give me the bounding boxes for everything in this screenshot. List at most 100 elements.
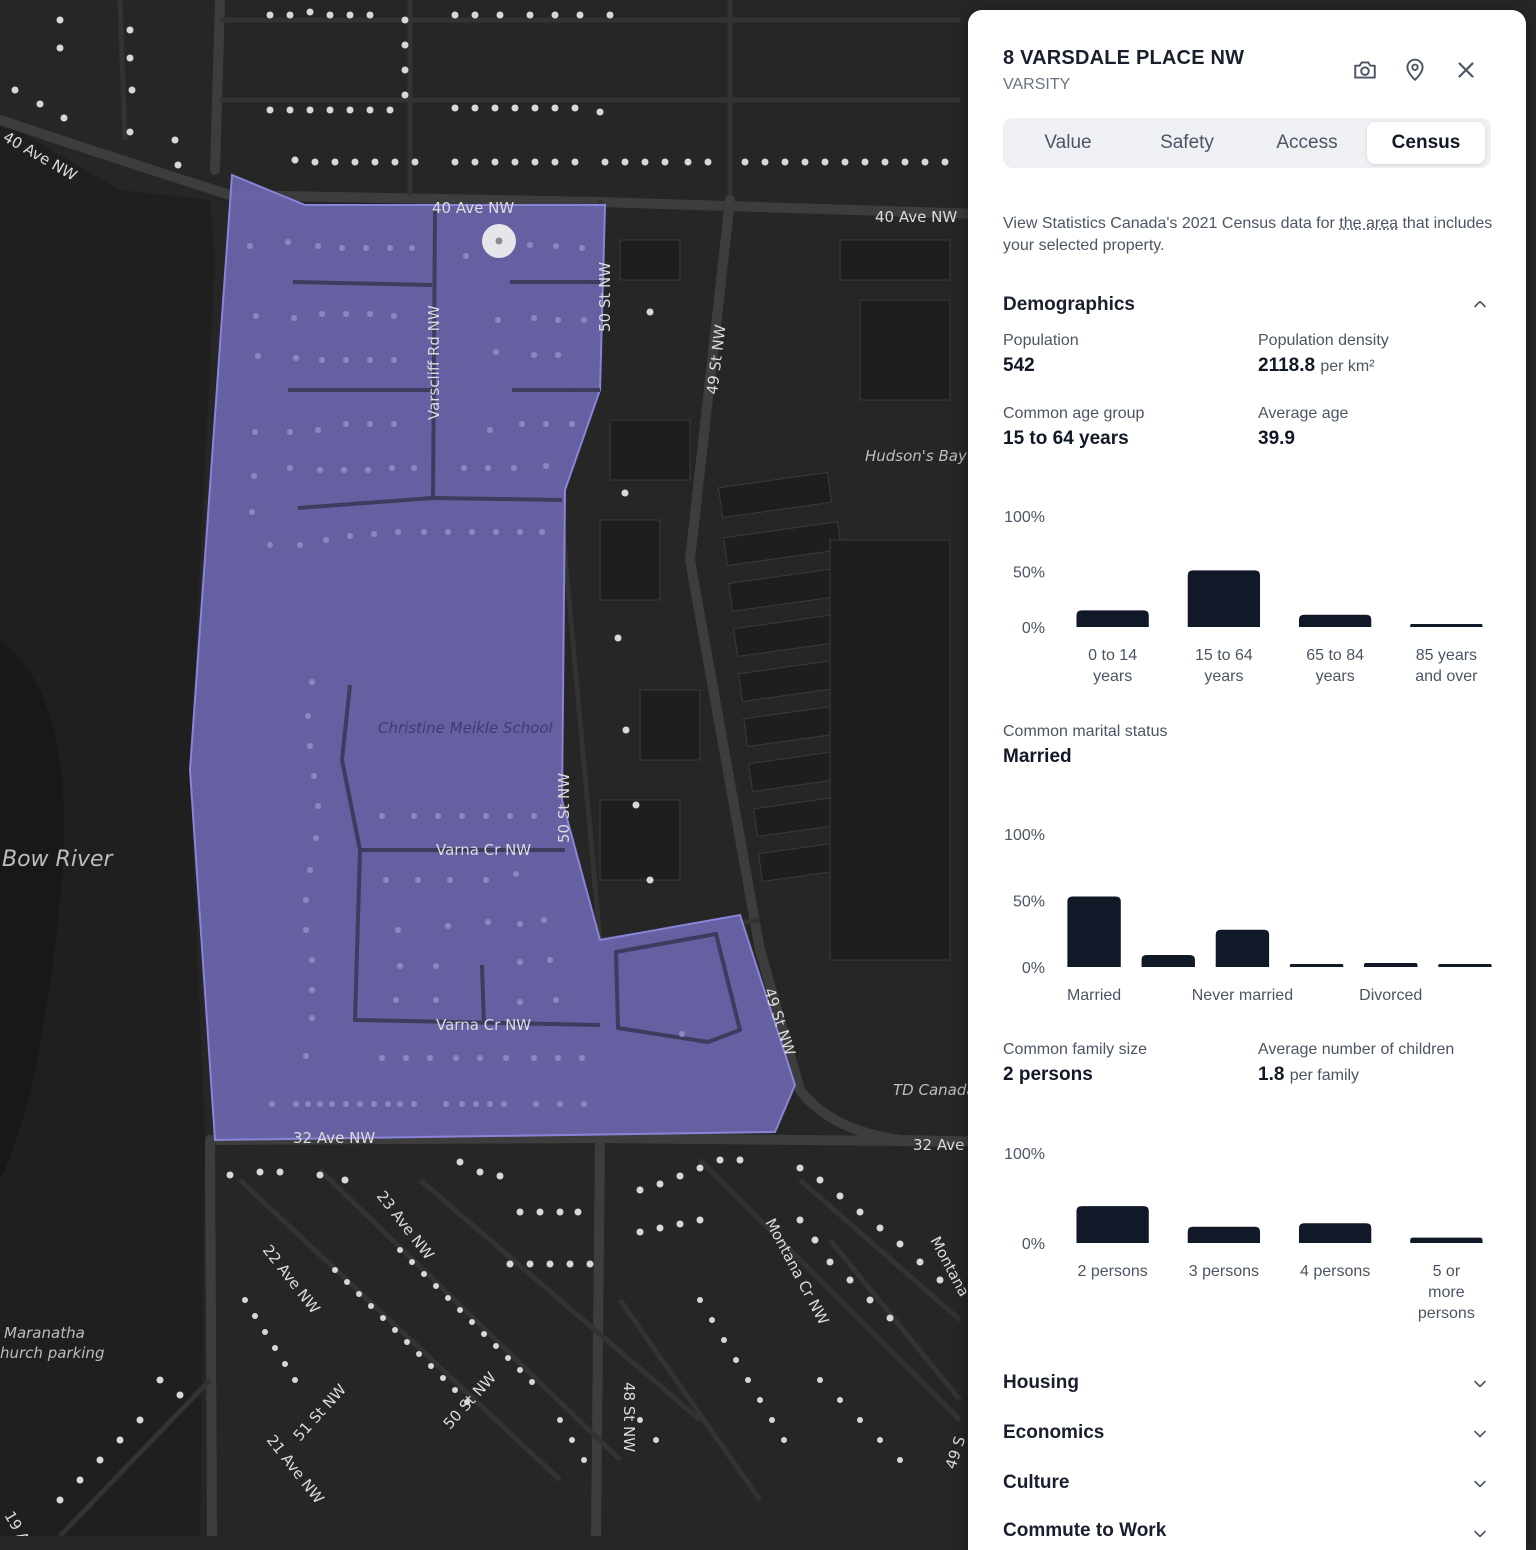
- y-tick-label: 100%: [1004, 1146, 1045, 1163]
- close-button[interactable]: [1453, 57, 1479, 83]
- y-tick-label: 0%: [1022, 620, 1045, 637]
- place-label: TD Canada: [893, 1081, 976, 1099]
- street-label: 32 Ave: [913, 1136, 964, 1154]
- bar[interactable]: [1410, 1237, 1483, 1243]
- x-tick-label: 2 persons: [1077, 1263, 1147, 1280]
- camera-icon: [1354, 61, 1376, 79]
- bar[interactable]: [1298, 614, 1372, 627]
- y-tick-label: 0%: [1022, 960, 1045, 977]
- bar[interactable]: [1364, 963, 1418, 967]
- x-tick-label: Divorced: [1359, 987, 1422, 1004]
- bar[interactable]: [1076, 610, 1149, 627]
- x-tick-label: 0 to 14: [1088, 647, 1137, 664]
- family-size-value: 2 persons: [1003, 1064, 1093, 1085]
- x-tick-label: 5 or: [1433, 1263, 1461, 1280]
- chevron-down-icon[interactable]: [1470, 1524, 1490, 1544]
- place-label: hurch parking: [0, 1344, 104, 1362]
- x-tick-label: Never married: [1192, 987, 1293, 1004]
- intro-text: View Statistics Canada's 2021 Census dat…: [1003, 215, 1340, 232]
- tab-census[interactable]: Census: [1367, 122, 1485, 164]
- x-tick-label: and over: [1415, 668, 1478, 685]
- children-number: 1.8: [1258, 1064, 1285, 1085]
- street-label: Varna Cr NW: [436, 841, 531, 859]
- chevron-down-icon[interactable]: [1470, 1374, 1490, 1394]
- avg-age-value: 39.9: [1258, 428, 1295, 449]
- locate-button[interactable]: [1402, 57, 1428, 83]
- x-tick-label: persons: [1418, 1305, 1475, 1322]
- marital-label: Common marital status: [1003, 723, 1168, 740]
- x-tick-label: 3 persons: [1189, 1263, 1259, 1280]
- street-label: 32 Ave NW: [293, 1129, 375, 1147]
- place-label: Maranatha: [4, 1324, 85, 1342]
- x-tick-label: 15 to 64: [1195, 647, 1253, 664]
- street-label: 48 St NW: [620, 1382, 638, 1452]
- street-label: 50 St NW: [555, 773, 573, 843]
- street-label: Varna Cr NW: [436, 1016, 531, 1034]
- children-label: Average number of children: [1258, 1041, 1455, 1058]
- place-label: Hudson's Bay: [865, 447, 968, 465]
- age-distribution-chart: 100% 50% 0% 0 to 14 years 15 to 64 years 65 to …: [968, 495, 1526, 695]
- close-icon: [1458, 62, 1474, 78]
- density-value: 2118.8 per km²: [1258, 355, 1375, 377]
- x-tick-label: 4 persons: [1300, 1263, 1370, 1280]
- density-unit: per km²: [1320, 358, 1375, 375]
- y-tick-label: 100%: [1004, 509, 1045, 526]
- x-tick-label: more: [1428, 1284, 1465, 1301]
- y-tick-label: 50%: [1013, 565, 1045, 582]
- tab-value[interactable]: Value: [1009, 122, 1127, 164]
- x-tick-label: years: [1316, 668, 1355, 685]
- family-size-label: Common family size: [1003, 1041, 1148, 1058]
- density-number: 2118.8: [1258, 355, 1316, 376]
- map-pin-icon: [1406, 58, 1424, 82]
- place-label: Christine Meikle School: [378, 719, 554, 737]
- the-area-link[interactable]: the area: [1339, 215, 1398, 232]
- street-label: 50 St NW: [596, 262, 614, 332]
- marital-status-chart: 100% 50% 0% Married Never married Divorced: [968, 813, 1526, 1013]
- marital-value: Married: [1003, 746, 1072, 767]
- street-label: Varscliff Rd NW: [425, 305, 443, 420]
- chevron-up-icon[interactable]: [1470, 294, 1490, 314]
- children-value: 1.8 per family: [1258, 1064, 1359, 1086]
- x-tick-label: years: [1204, 668, 1243, 685]
- demographics-heading[interactable]: Demographics: [1003, 294, 1135, 316]
- camera-button[interactable]: [1352, 57, 1378, 83]
- bar[interactable]: [1298, 1223, 1372, 1243]
- chevron-down-icon[interactable]: [1470, 1424, 1490, 1444]
- commute-section[interactable]: Commute to Work: [1003, 1520, 1166, 1542]
- population-value: 542: [1003, 355, 1035, 376]
- avg-age-label: Average age: [1258, 405, 1349, 422]
- place-label: Bow River: [2, 847, 114, 872]
- bar[interactable]: [1289, 964, 1344, 967]
- street-label: 40 Ave NW: [432, 199, 514, 217]
- bar[interactable]: [1215, 929, 1270, 967]
- tab-safety[interactable]: Safety: [1128, 122, 1246, 164]
- census-intro: View Statistics Canada's 2021 Census dat…: [1003, 213, 1493, 257]
- bar[interactable]: [1187, 570, 1261, 627]
- culture-section[interactable]: Culture: [1003, 1472, 1070, 1494]
- neighbourhood-name: VARSITY: [1003, 76, 1071, 93]
- children-unit: per family: [1289, 1067, 1360, 1084]
- density-label: Population density: [1258, 332, 1389, 349]
- bar[interactable]: [1410, 624, 1483, 627]
- y-tick-label: 100%: [1004, 827, 1045, 844]
- bar[interactable]: [1076, 1206, 1149, 1243]
- x-tick-label: 85 years: [1416, 647, 1477, 664]
- economics-section[interactable]: Economics: [1003, 1422, 1104, 1444]
- tab-bar: Value Safety Access Census: [1003, 118, 1491, 168]
- y-tick-label: 0%: [1022, 1236, 1045, 1253]
- street-label: 40 Ave NW: [875, 208, 957, 226]
- bar[interactable]: [1438, 964, 1492, 967]
- age-group-label: Common age group: [1003, 405, 1145, 422]
- bar[interactable]: [1067, 896, 1121, 967]
- tab-access[interactable]: Access: [1248, 122, 1366, 164]
- age-group-value: 15 to 64 years: [1003, 428, 1129, 449]
- family-size-chart: 100% 0% 2 persons 3 persons 4 persons 5 or mor…: [968, 1132, 1526, 1332]
- x-tick-label: years: [1093, 668, 1132, 685]
- x-tick-label: 65 to 84: [1306, 647, 1364, 664]
- housing-section[interactable]: Housing: [1003, 1372, 1079, 1394]
- chevron-down-icon[interactable]: [1470, 1474, 1490, 1494]
- census-panel: 8 VARSDALE PLACE NW VARSITY Value Safety…: [968, 10, 1526, 1550]
- property-title: 8 VARSDALE PLACE NW: [1003, 47, 1245, 69]
- bar[interactable]: [1141, 955, 1195, 967]
- bar[interactable]: [1187, 1226, 1261, 1243]
